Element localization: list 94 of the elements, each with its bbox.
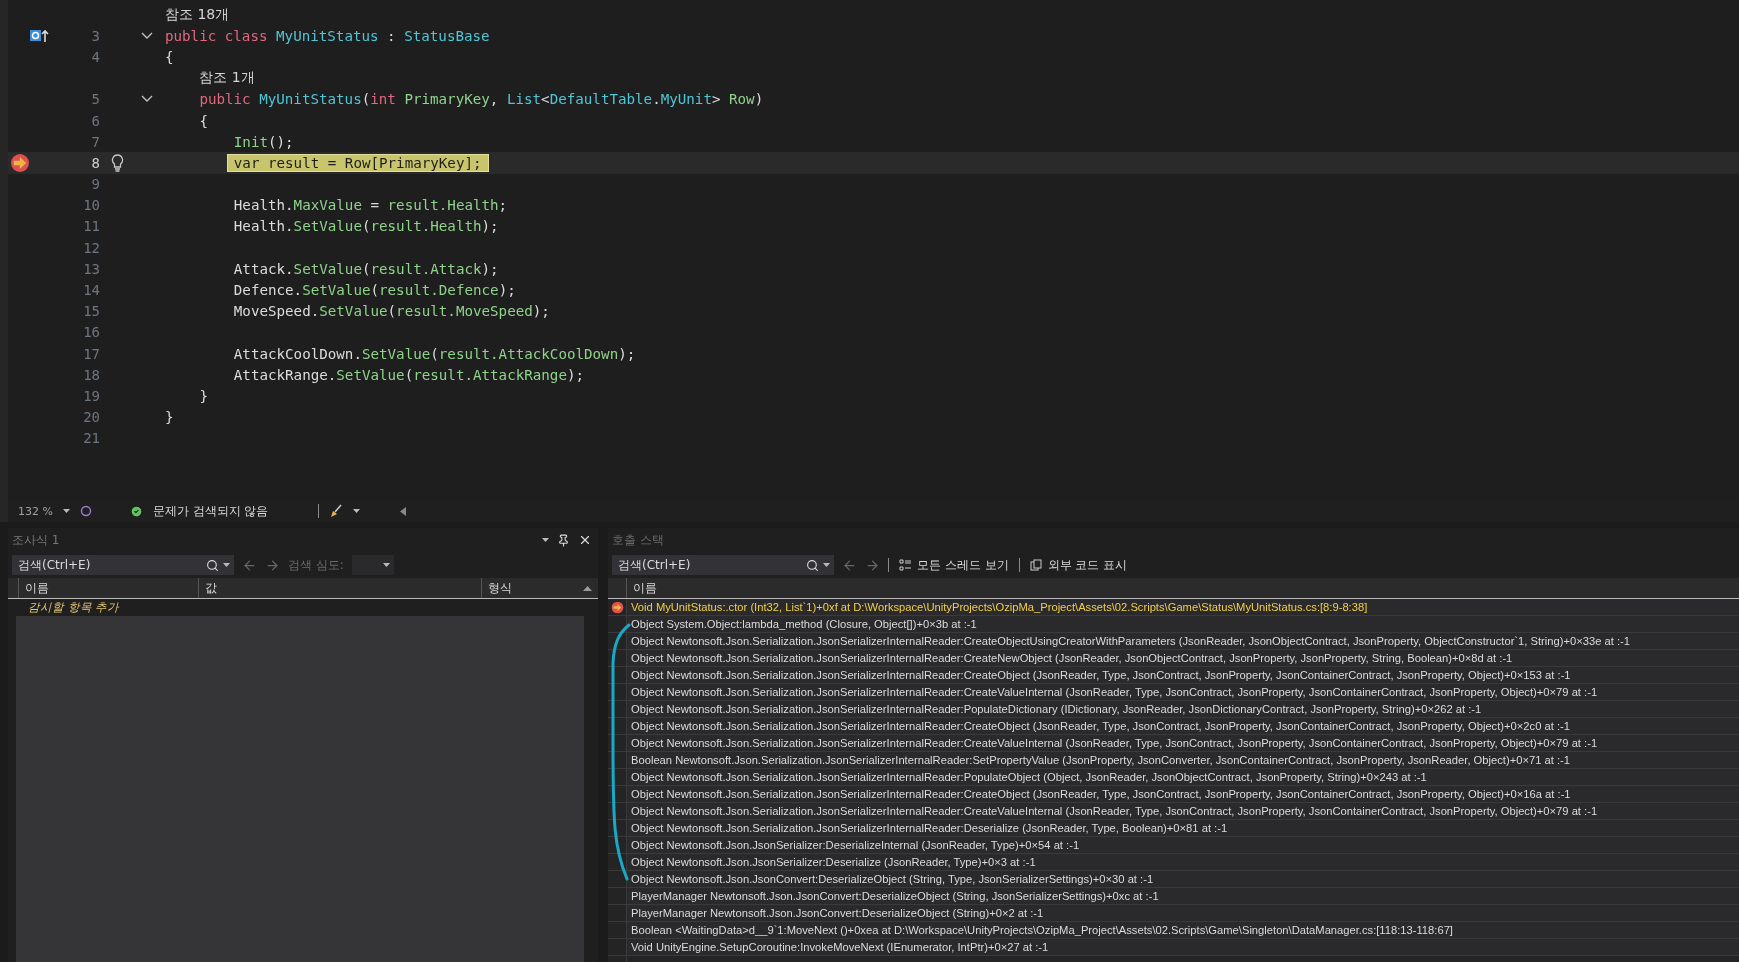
stack-frame[interactable]: Object Newtonsoft.Json.Serialization.JsonSerializerInternalReader:CreateObject (JsonReader, Type, JsonContract, JsonProperty, JsonContainerContract, JsonProperty, Object)+0×16a at :-1 xyxy=(608,786,1739,803)
add-watch-item[interactable]: 감시할 항목 추가 xyxy=(16,599,584,616)
stack-frame[interactable]: Object Newtonsoft.Json.Serialization.JsonSerializerInternalReader:PopulateObject (Object, JsonReader, JsonObjectContract, JsonProperty, String)+0×243 at :-1 xyxy=(608,769,1739,786)
stack-frame[interactable]: Void MyUnitStatus:.ctor (Int32, List`1)+0xf at D:\Workspace\UnityProjects\OzipMa_Project\Assets\02.Scripts\Game\Status\MyUnitStatus.cs:[8:9-8:38] xyxy=(608,599,1739,616)
line-number: 10 xyxy=(82,197,100,214)
code-line: public class MyUnitStatus : StatusBase xyxy=(165,27,490,44)
copy-icon xyxy=(1029,559,1043,571)
back-icon[interactable] xyxy=(242,557,257,573)
stack-frame[interactable]: Object Newtonsoft.Json.Serialization.JsonSerializerInternalReader:CreateValueInternal (JsonReader, Type, JsonContract, JsonProperty, JsonContainerContract, JsonProperty, Object)+0×79 at :-1 xyxy=(608,735,1739,752)
stack-frame[interactable]: Boolean <WaitingData>d__9`1:MoveNext ()+0xea at D:\Workspace\UnityProjects\OzipMa_Project\Assets\02.Scripts\Game\Singleton\DataManager.cs:[118:13-118:67] xyxy=(608,922,1739,939)
line-number: 19 xyxy=(82,387,100,404)
stack-frame[interactable]: Object Newtonsoft.Json.JsonSerializer:DeserializeInternal (JsonReader, Type)+0×54 at :-1 xyxy=(608,837,1739,854)
code-line: Health.MaxValue = result.Health; xyxy=(233,197,508,214)
caret-icon xyxy=(223,563,230,567)
stack-frame[interactable]: Object Newtonsoft.Json.Serialization.JsonSerializerInternalReader:Deserialize (JsonReader, Type, Boolean)+0×81 at :-1 xyxy=(608,820,1739,837)
panel-title: 호출 스택 xyxy=(612,531,664,549)
stack-frame[interactable]: PlayerManager Newtonsoft.Json.JsonConvert:DeserializeObject (String)+0×2 at :-1 xyxy=(608,905,1739,922)
zoom-level[interactable]: 132 % xyxy=(18,504,53,518)
stack-frame[interactable]: Boolean Newtonsoft.Json.Serialization.JsonSerializerInternalReader:SetPropertyValue (JsonProperty, JsonConverter, JsonContainerContract, JsonProperty, JsonReader, Object)+0×71 at :-1 xyxy=(608,752,1739,769)
code-line: Health.SetValue(result.Health); xyxy=(233,218,499,235)
fold-chevron-icon[interactable] xyxy=(140,95,153,104)
stack-frame[interactable]: Object Newtonsoft.Json.Serialization.JsonSerializerInternalReader:CreateObjectUsingCreatorWithParameters (JsonReader, JsonObjectContract, JsonProperty, ObjectConstructor`1, String)+0×33e at :-1 xyxy=(608,633,1739,650)
issues-status[interactable]: 문제가 검색되지 않음 xyxy=(152,503,269,519)
line-number: 3 xyxy=(90,27,100,44)
stack-frame[interactable]: Object Newtonsoft.Json.Serialization.JsonSerializerInternalReader:CreateNewObject (JsonReader, JsonObjectContract, JsonProperty, JsonProperty, String, Boolean)+0×8d at :-1 xyxy=(608,650,1739,667)
stack-frame[interactable]: Object Newtonsoft.Json.JsonSerializer:Deserialize (JsonReader, Type)+0×3 at :-1 xyxy=(608,854,1739,871)
reference-count[interactable]: 참조 1개 xyxy=(199,69,255,88)
line-number: 6 xyxy=(90,112,100,129)
current-frame-icon xyxy=(610,600,624,614)
column-header[interactable]: 값 xyxy=(198,578,481,598)
code-line: AttackCoolDown.SetValue(result.AttackCoolDown); xyxy=(233,345,636,362)
stack-frame[interactable]: Object System.Object:lambda_method (Closure, Object[])+0×3b at :-1 xyxy=(608,616,1739,633)
toolbar-button[interactable]: 외부 코드 표시 xyxy=(1027,556,1130,574)
panel-menu-icon xyxy=(542,538,549,542)
line-number: 8 xyxy=(90,154,100,171)
line-number: 16 xyxy=(82,324,100,341)
caret-icon xyxy=(382,563,390,567)
line-number: 4 xyxy=(90,48,100,65)
line-number: 20 xyxy=(82,409,100,426)
fold-chevron-icon[interactable] xyxy=(140,31,153,40)
column-header[interactable]: 형식 xyxy=(481,578,577,598)
reference-count[interactable]: 참조 18개 xyxy=(165,5,230,24)
stack-frame[interactable]: Object Newtonsoft.Json.Serialization.JsonSerializerInternalReader:CreateObject (JsonReader, Type, JsonContract, JsonProperty, JsonContainerContract, JsonProperty, Object)+0×2c0 at :-1 xyxy=(608,718,1739,735)
threads-icon xyxy=(899,559,912,571)
code-line: } xyxy=(165,409,174,426)
search-icon[interactable] xyxy=(206,558,219,572)
code-line: Defence.SetValue(result.Defence); xyxy=(233,282,516,299)
override-icon xyxy=(30,28,50,43)
line-number: 21 xyxy=(82,430,100,447)
stack-frame[interactable]: Object Newtonsoft.Json.Serialization.JsonSerializerInternalReader:CreateObject (JsonReader, Type, JsonContract, JsonProperty, JsonContainerContract, JsonProperty, Object)+0×153 at :-1 xyxy=(608,667,1739,684)
forward-icon[interactable] xyxy=(865,557,880,573)
line-number: 5 xyxy=(90,91,100,108)
forward-icon[interactable] xyxy=(265,557,280,573)
toolbar-button[interactable]: 모든 스레드 보기 xyxy=(897,556,1011,574)
scroll-up-icon[interactable] xyxy=(583,585,592,591)
line-number: 7 xyxy=(90,133,100,150)
line-number: 18 xyxy=(82,366,100,383)
line-number: 9 xyxy=(90,176,100,193)
stack-frame[interactable]: PlayerManager Newtonsoft.Json.JsonConvert:DeserializeObject (String, JsonSerializerSettings)+0xc at :-1 xyxy=(608,888,1739,905)
stack-frame[interactable]: Object Newtonsoft.Json.Serialization.JsonSerializerInternalReader:PopulateDictionary (IDictionary, JsonReader, JsonDictionaryContract, JsonProperty, String)+0×262 at :-1 xyxy=(608,701,1739,718)
brush-icon[interactable] xyxy=(329,504,344,518)
pin-icon[interactable] xyxy=(557,533,570,547)
stack-frame[interactable]: Void UnityEngine.SetupCoroutine:InvokeMoveNext (IEnumerator, IntPtr)+0×27 at :-1 xyxy=(608,939,1739,956)
panel-title: 조사식 1 xyxy=(12,531,60,549)
line-number: 12 xyxy=(82,239,100,256)
caret-icon xyxy=(353,509,361,513)
line-number: 15 xyxy=(82,303,100,320)
stack-frame[interactable]: Object Newtonsoft.Json.Serialization.JsonSerializerInternalReader:CreateValueInternal (JsonReader, Type, JsonContract, JsonProperty, JsonContainerContract, JsonProperty, Object)+0×79 at :-1 xyxy=(608,803,1739,820)
code-line: } xyxy=(199,387,208,404)
code-line: MoveSpeed.SetValue(result.MoveSpeed); xyxy=(233,303,550,320)
line-number: 17 xyxy=(82,345,100,362)
check-icon xyxy=(129,504,143,518)
code-line: { xyxy=(199,112,208,129)
search-icon[interactable] xyxy=(806,558,819,572)
lightbulb-icon[interactable] xyxy=(110,153,124,172)
close-icon[interactable] xyxy=(578,533,592,547)
stack-frame[interactable]: Object Newtonsoft.Json.JsonConvert:DeserializeObject (String, Type, JsonSerializerSettings)+0×30 at :-1 xyxy=(608,871,1739,888)
line-number: 14 xyxy=(82,282,100,299)
scroll-left-icon[interactable] xyxy=(400,506,407,516)
code-line: public MyUnitStatus(int PrimaryKey, List<DefaultTable.MyUnit> Row) xyxy=(199,91,764,108)
depth-label: 검색 심도: xyxy=(288,556,344,574)
line-number: 11 xyxy=(82,218,100,235)
column-header[interactable]: 이름 xyxy=(18,578,198,598)
code-line: Attack.SetValue(result.Attack); xyxy=(233,260,499,277)
back-icon[interactable] xyxy=(842,557,857,573)
search-field[interactable]: 검색(Ctrl+E) xyxy=(12,555,234,575)
zoom-caret-icon xyxy=(62,509,70,513)
code-line: Init(); xyxy=(233,133,294,150)
caret-icon xyxy=(823,563,830,567)
code-line: AttackRange.SetValue(result.AttackRange); xyxy=(233,366,585,383)
search-field[interactable]: 검색(Ctrl+E) xyxy=(612,555,834,575)
line-number: 13 xyxy=(82,260,100,277)
stack-frame[interactable]: Object Newtonsoft.Json.Serialization.JsonSerializerInternalReader:CreateValueInternal (JsonReader, Type, JsonContract, JsonProperty, JsonContainerContract, JsonProperty, Object)+0×79 at :-1 xyxy=(608,684,1739,701)
code-line: { xyxy=(165,48,174,65)
